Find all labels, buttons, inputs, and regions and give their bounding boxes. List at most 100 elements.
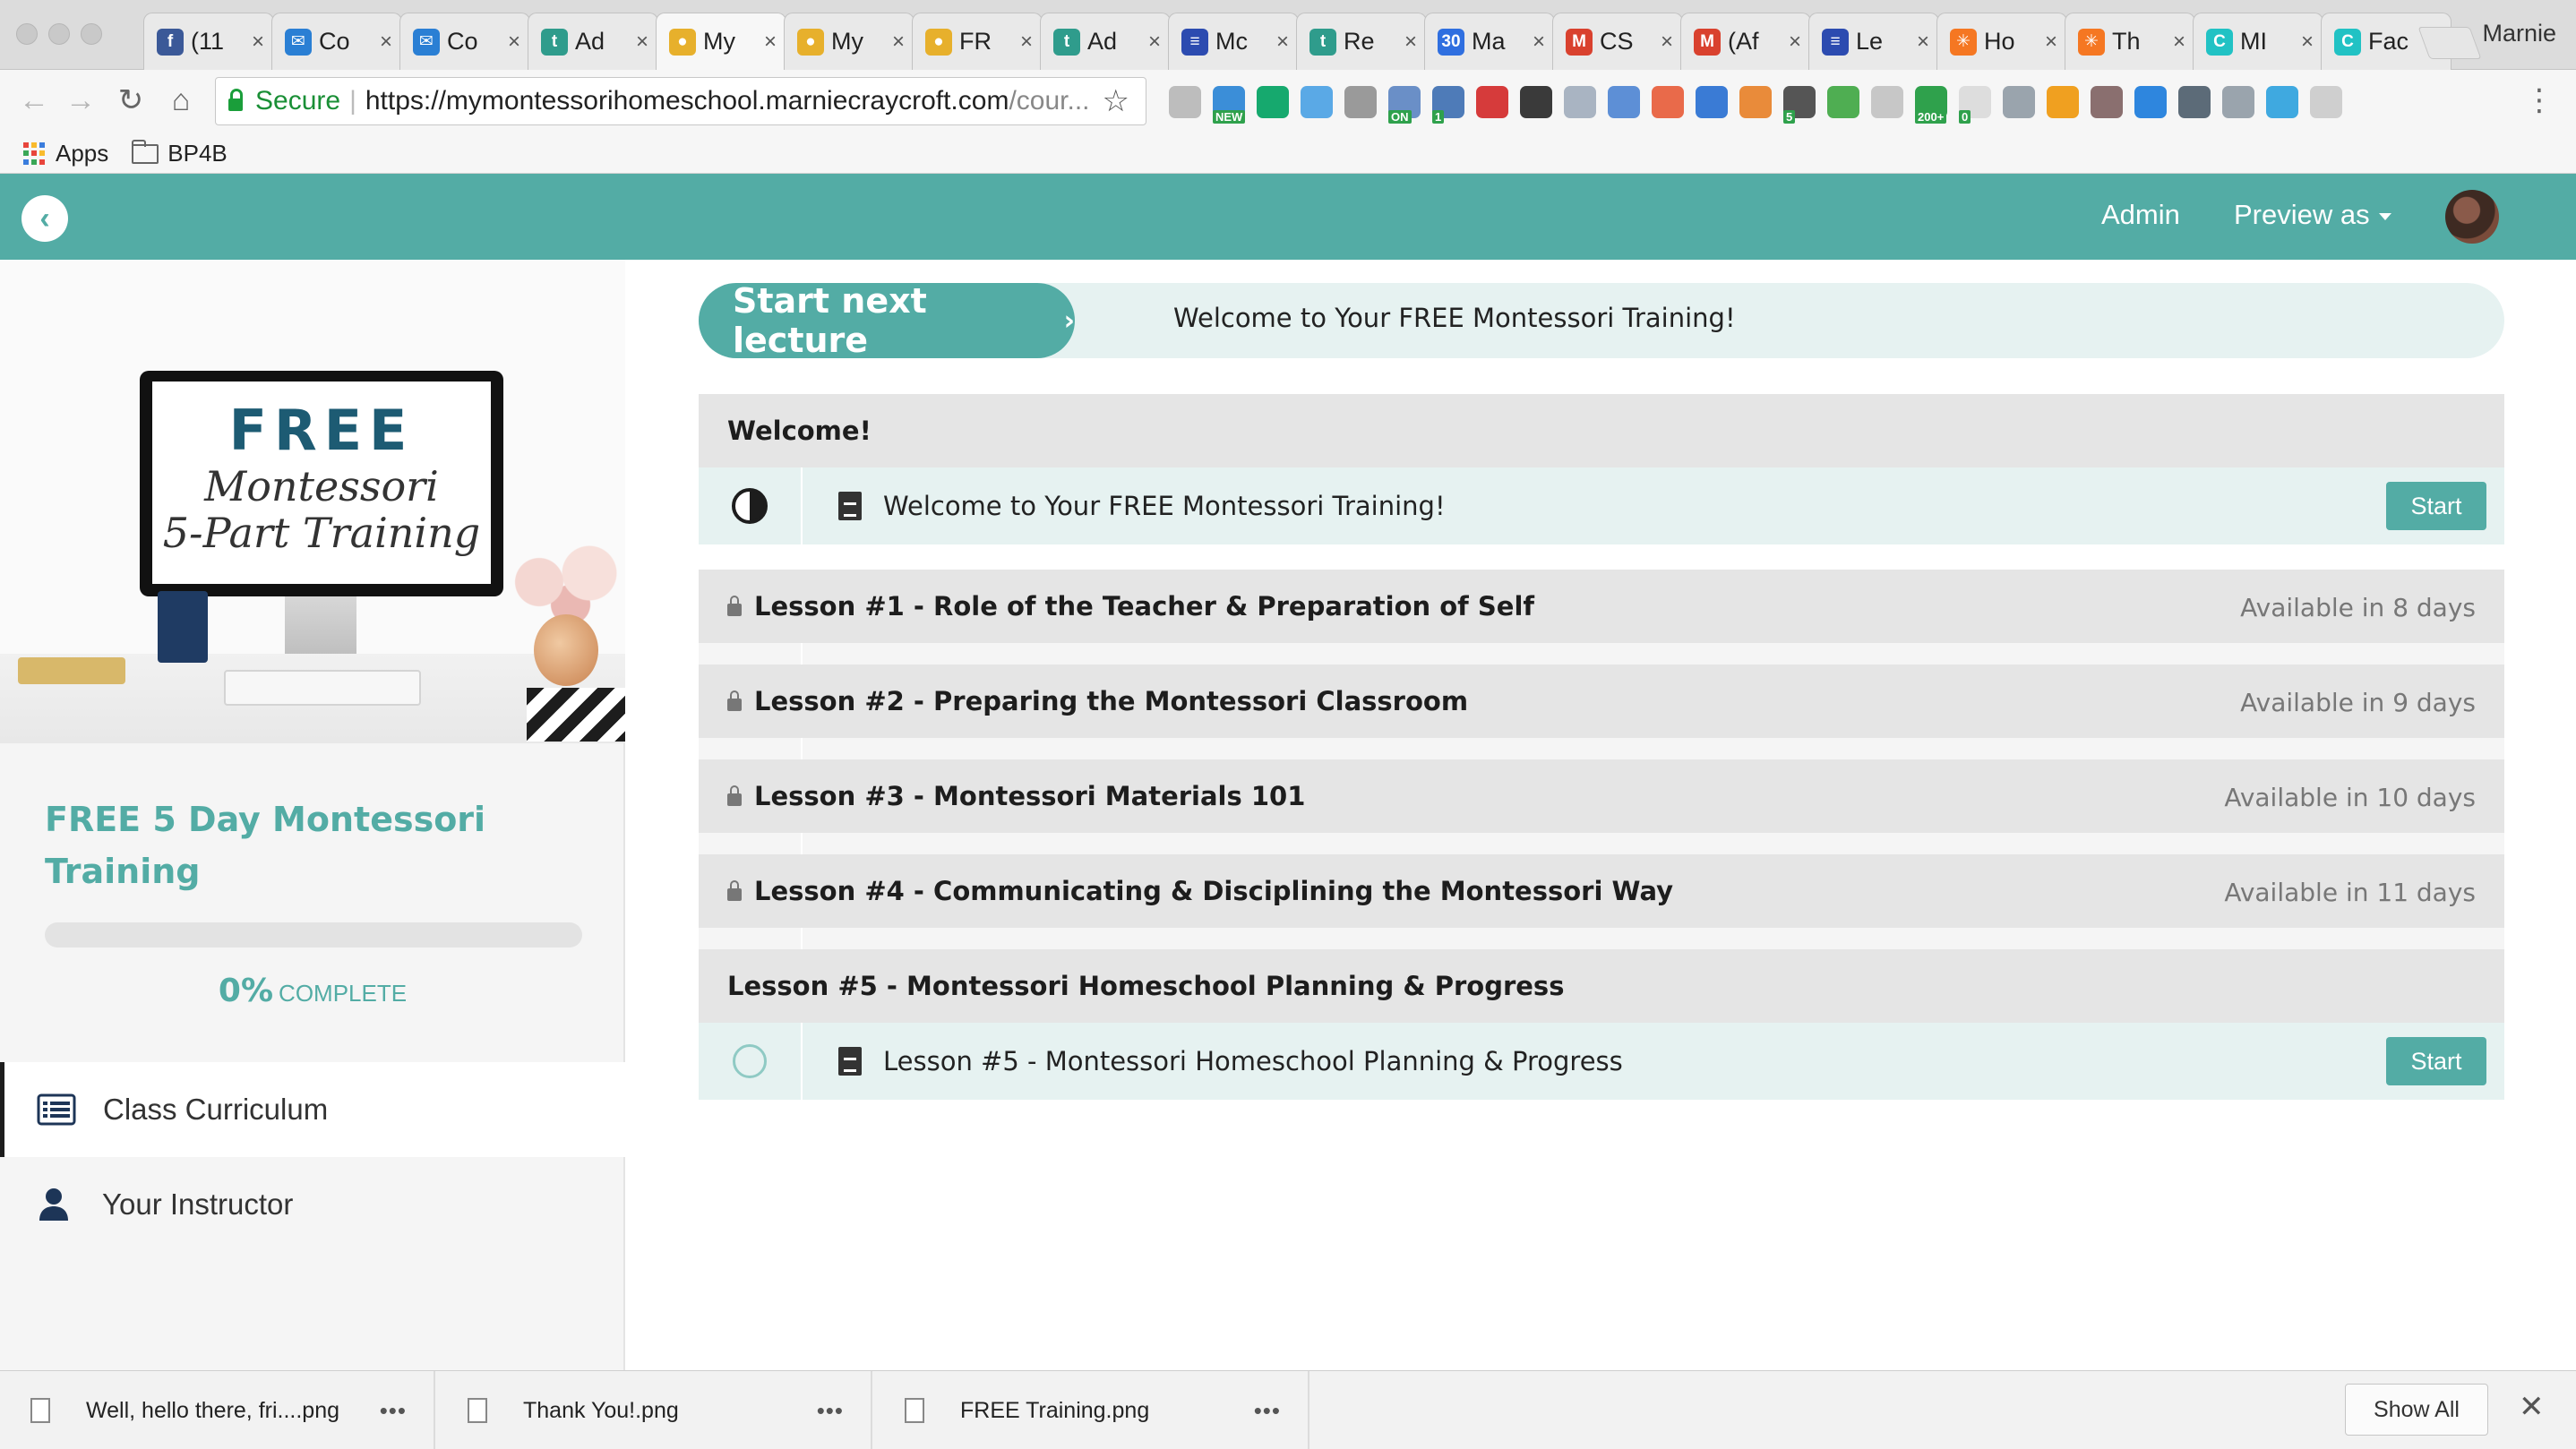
notification-icon[interactable]: 1 xyxy=(1432,86,1464,124)
linkedin-icon[interactable] xyxy=(2003,86,2035,118)
browser-tab[interactable]: t Ad × xyxy=(528,13,658,70)
tab-close-icon[interactable]: × xyxy=(1789,30,1801,55)
bookmark-star-icon[interactable]: ☆ xyxy=(1103,83,1129,119)
download-item[interactable]: FREE Training.png ••• xyxy=(874,1371,1309,1449)
lecture-row[interactable]: Welcome to Your FREE Montessori Training… xyxy=(699,467,2504,544)
show-all-downloads-button[interactable]: Show All xyxy=(2345,1384,2488,1436)
more-options-icon[interactable]: ••• xyxy=(817,1397,844,1425)
tab-close-icon[interactable]: × xyxy=(380,30,392,55)
mail-icon: ✉ xyxy=(285,28,312,56)
layers-icon[interactable] xyxy=(1520,86,1552,118)
tab-close-icon[interactable]: × xyxy=(508,30,520,55)
tab-title: Le xyxy=(1856,28,1884,55)
window-close-button[interactable] xyxy=(16,23,38,45)
browser-tab[interactable]: ✳ Ho × xyxy=(1936,13,2067,70)
admin-link[interactable]: Admin xyxy=(2101,199,2180,231)
tag-icon[interactable]: 5 xyxy=(1783,86,1816,124)
check-icon[interactable] xyxy=(1652,86,1684,118)
browser-tab[interactable]: ● My × xyxy=(784,13,914,70)
user-avatar[interactable] xyxy=(2445,190,2499,244)
tab-close-icon[interactable]: × xyxy=(1917,30,1929,55)
browser-tab[interactable]: ≡ Mc × xyxy=(1168,13,1299,70)
browser-tab[interactable]: M (Af × xyxy=(1680,13,1811,70)
pinterest-icon[interactable] xyxy=(1476,86,1508,118)
extension-badge: NEW xyxy=(1213,110,1246,124)
window-minimize-button[interactable] xyxy=(48,23,70,45)
printer-icon[interactable] xyxy=(1827,86,1859,118)
browser-tab[interactable]: ✳ Th × xyxy=(2065,13,2195,70)
nav-your-instructor[interactable]: Your Instructor xyxy=(0,1157,625,1252)
tab-close-icon[interactable]: × xyxy=(764,30,777,55)
bitly-icon[interactable] xyxy=(1739,86,1772,118)
forward-arrow-icon[interactable]: → xyxy=(61,81,100,120)
tab-close-icon[interactable]: × xyxy=(2173,30,2185,55)
profile-name[interactable]: Marnie xyxy=(2482,20,2556,47)
document-icon[interactable] xyxy=(1608,86,1640,118)
close-icon[interactable]: ✕ xyxy=(2519,1389,2545,1425)
start-lecture-button[interactable]: Start xyxy=(2386,1037,2486,1085)
new-tab-button[interactable] xyxy=(2417,27,2482,59)
share-icon[interactable] xyxy=(2134,86,2167,118)
tab-close-icon[interactable]: × xyxy=(1533,30,1545,55)
preview-as-dropdown[interactable]: Preview as xyxy=(2234,199,2391,231)
lecture-row[interactable]: Lesson #5 - Montessori Homeschool Planni… xyxy=(699,1023,2504,1100)
count-icon[interactable]: 200+ xyxy=(1915,86,1947,124)
back-arrow-icon[interactable]: ← xyxy=(14,81,54,120)
start-lecture-button[interactable]: Start xyxy=(2386,482,2486,530)
window-zoom-button[interactable] xyxy=(81,23,102,45)
browser-tab[interactable]: 30 Ma × xyxy=(1424,13,1555,70)
section-header: Lesson #3 - Montessori Materials 101 Avai… xyxy=(699,759,2504,833)
tab-close-icon[interactable]: × xyxy=(1661,30,1673,55)
tab-close-icon[interactable]: × xyxy=(636,30,648,55)
browser-tab[interactable]: ● FR × xyxy=(912,13,1043,70)
tab-close-icon[interactable]: × xyxy=(1276,30,1289,55)
browser-tab[interactable]: C MI × xyxy=(2193,13,2323,70)
gear-icon[interactable] xyxy=(1344,86,1377,118)
back-to-course-button[interactable]: ‹ xyxy=(21,195,68,242)
tab-close-icon[interactable]: × xyxy=(2301,30,2314,55)
mail-icon[interactable] xyxy=(1871,86,1903,118)
tab-close-icon[interactable]: × xyxy=(1404,30,1417,55)
feather-icon[interactable] xyxy=(1301,86,1333,118)
tab-close-icon[interactable]: × xyxy=(1020,30,1033,55)
news-icon[interactable]: NEW xyxy=(1213,86,1246,124)
browser-tab[interactable]: t Re × xyxy=(1296,13,1427,70)
clipboard-icon[interactable] xyxy=(2178,86,2211,118)
download-item[interactable]: Thank You!.png ••• xyxy=(437,1371,872,1449)
browser-tab[interactable]: t Ad × xyxy=(1040,13,1171,70)
download-item[interactable]: Well, hello there, fri....png ••• xyxy=(0,1371,435,1449)
k-icon[interactable] xyxy=(2091,86,2123,118)
more-options-icon[interactable]: ••• xyxy=(380,1397,407,1425)
tab-close-icon[interactable]: × xyxy=(252,30,264,55)
nav-class-curriculum[interactable]: Class Curriculum xyxy=(0,1062,625,1157)
browser-tab[interactable]: ● My × xyxy=(656,13,786,70)
code-icon[interactable] xyxy=(1564,86,1596,118)
cloud-icon[interactable] xyxy=(1169,86,1201,118)
bookmark-apps[interactable]: Apps xyxy=(56,140,108,167)
tab-close-icon[interactable]: × xyxy=(892,30,905,55)
browser-tab[interactable]: M CS × xyxy=(1552,13,1683,70)
browser-tab[interactable]: ✉ Co × xyxy=(399,13,530,70)
reload-icon[interactable]: ↻ xyxy=(111,81,150,120)
zero-icon[interactable]: 0 xyxy=(1959,86,1991,124)
browser-tab[interactable]: ≡ Le × xyxy=(1808,13,1939,70)
calendar-on-icon[interactable]: ON xyxy=(1388,86,1421,124)
browser-tab[interactable]: ✉ Co × xyxy=(271,13,402,70)
tab-close-icon[interactable]: × xyxy=(2045,30,2057,55)
address-bar[interactable]: Secure | https://mymontessorihomeschool.… xyxy=(215,77,1146,125)
more-options-icon[interactable]: ••• xyxy=(1254,1397,1281,1425)
chrome-menu-icon[interactable]: ⋮ xyxy=(2524,82,2555,118)
home-icon[interactable]: ⌂ xyxy=(161,81,201,120)
next-lecture-title[interactable]: Welcome to Your FREE Montessori Training… xyxy=(1173,303,1736,333)
start-next-lecture-button[interactable]: Start next lecture › xyxy=(699,281,1075,360)
star-icon[interactable] xyxy=(2047,86,2079,118)
puzzle-icon[interactable] xyxy=(2310,86,2342,118)
grammarly-icon[interactable] xyxy=(1257,86,1289,118)
tab-close-icon[interactable]: × xyxy=(1148,30,1161,55)
tab-title: Ad xyxy=(575,28,605,55)
bookmark-icon[interactable] xyxy=(1696,86,1728,118)
rainbow-icon[interactable] xyxy=(2266,86,2298,118)
bookmark-folder[interactable]: BP4B xyxy=(167,140,228,167)
facebook-icon[interactable] xyxy=(2222,86,2254,118)
browser-tab[interactable]: f (11 × xyxy=(143,13,274,70)
